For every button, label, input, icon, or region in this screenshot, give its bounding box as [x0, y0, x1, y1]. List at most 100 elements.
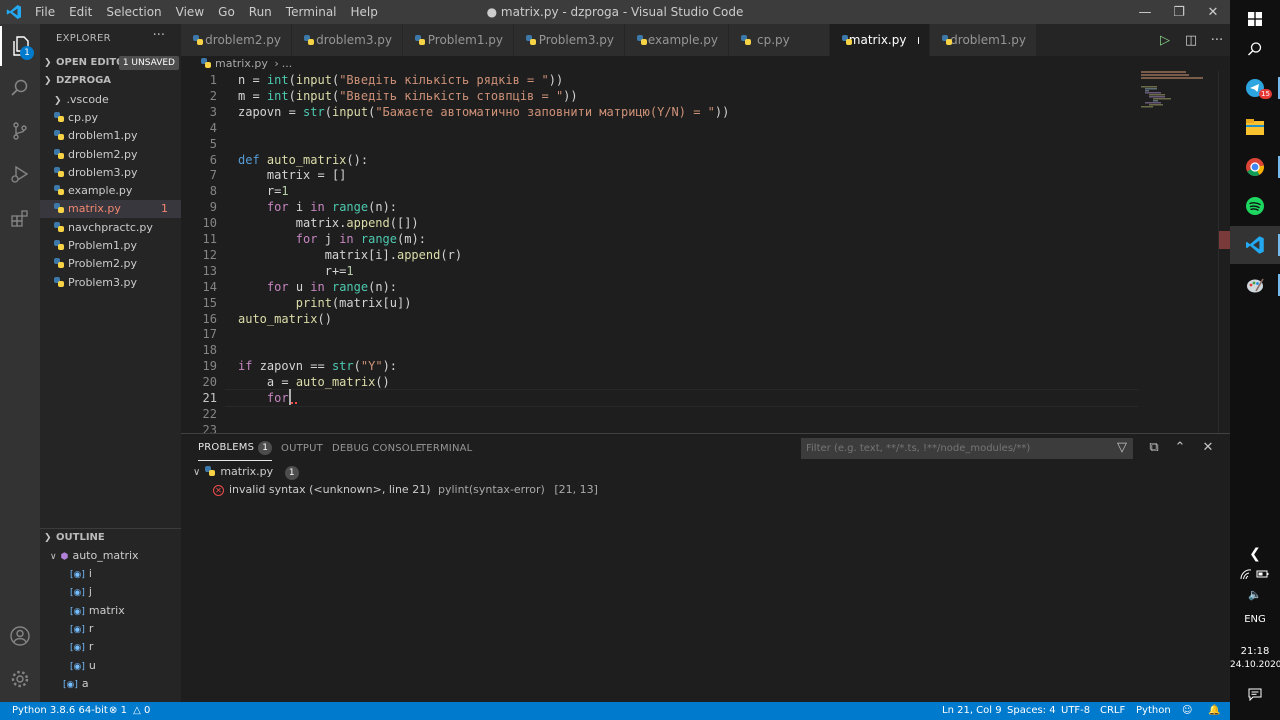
tab-droblem1[interactable]: droblem1.py: [930, 24, 1037, 56]
problems-filter-input[interactable]: [801, 438, 1133, 459]
code-line[interactable]: 9 for i in range(n):: [181, 199, 1141, 215]
code-line[interactable]: 8 r=1: [181, 183, 1141, 199]
notifications-icon[interactable]: 🔔: [1208, 702, 1220, 720]
code-line[interactable]: 6 def auto_matrix():: [181, 152, 1141, 168]
more-actions-icon[interactable]: ···: [153, 28, 165, 43]
language-mode[interactable]: Python: [1136, 702, 1171, 720]
search-icon[interactable]: [1230, 30, 1280, 68]
explorer-icon[interactable]: 1: [0, 26, 40, 66]
code-line[interactable]: 10 matrix.append([]): [181, 215, 1141, 231]
tree-file[interactable]: navchpractc.py: [40, 219, 181, 237]
panel-tab-output[interactable]: OUTPUT: [281, 443, 323, 454]
open-editors-section[interactable]: ❯ OPEN EDITORS 1 UNSAVED: [40, 53, 181, 73]
file-explorer-icon[interactable]: [1230, 108, 1280, 146]
vertical-scrollbar[interactable]: [1218, 71, 1230, 433]
tree-file[interactable]: droblem1.py: [40, 127, 181, 145]
chevron-left-icon[interactable]: ❮: [1230, 546, 1280, 562]
problem-item[interactable]: ✕ invalid syntax (<unknown>, line 21) pyl…: [181, 481, 1230, 499]
input-language[interactable]: ENG: [1230, 614, 1280, 625]
code-line[interactable]: 18: [181, 342, 1141, 358]
tab-example[interactable]: example.py: [625, 24, 729, 56]
feedback-icon[interactable]: ☺: [1182, 702, 1192, 720]
restore-icon[interactable]: ❐: [1162, 0, 1196, 24]
tree-file[interactable]: droblem3.py: [40, 164, 181, 182]
menu-terminal[interactable]: Terminal: [279, 0, 344, 24]
close-icon[interactable]: ✕: [1196, 0, 1230, 24]
run-debug-icon[interactable]: [0, 154, 40, 194]
chevron-up-icon[interactable]: ⌃: [1171, 440, 1189, 455]
cursor-position[interactable]: Ln 21, Col 9: [942, 702, 1002, 720]
telegram-icon[interactable]: 15: [1230, 69, 1280, 107]
code-line[interactable]: 3 zapovn = str(input("Бажаєте автоматично…: [181, 104, 1141, 120]
tab-problem1[interactable]: Problem1.py: [403, 24, 514, 56]
tab-problem3[interactable]: Problem3.py: [514, 24, 625, 56]
action-center-icon[interactable]: [1230, 688, 1280, 704]
code-line[interactable]: 7 matrix = []: [181, 167, 1141, 183]
panel-tab-terminal[interactable]: TERMINAL: [420, 443, 472, 454]
volume-icon[interactable]: 🔈: [1230, 588, 1280, 601]
accounts-icon[interactable]: [0, 616, 40, 656]
code-line[interactable]: 13 r+=1: [181, 263, 1141, 279]
indentation[interactable]: Spaces: 4: [1007, 702, 1056, 720]
code-line[interactable]: 4: [181, 120, 1141, 136]
run-file-icon[interactable]: ▷: [1152, 33, 1178, 48]
code-line[interactable]: 2 m = int(input("Введіть кількість стовпц…: [181, 88, 1141, 104]
collapse-all-icon[interactable]: ⧉: [1145, 440, 1163, 455]
end-of-line[interactable]: CRLF: [1100, 702, 1125, 720]
menu-view[interactable]: View: [169, 0, 211, 24]
outline-item-variable[interactable]: [◉] r: [40, 638, 181, 656]
code-line[interactable]: 23: [181, 422, 1141, 433]
vscode-taskbar-icon[interactable]: [1230, 226, 1280, 264]
code-line[interactable]: 15 print(matrix[u]): [181, 295, 1141, 311]
panel-tab-debug-console[interactable]: DEBUG CONSOLE: [332, 443, 422, 454]
spotify-icon[interactable]: [1230, 187, 1280, 225]
tab-droblem2[interactable]: droblem2.py: [181, 24, 292, 56]
gear-icon[interactable]: [0, 659, 40, 699]
encoding[interactable]: UTF-8: [1061, 702, 1090, 720]
problems-file-row[interactable]: ∨ matrix.py 1: [181, 463, 1230, 481]
extensions-icon[interactable]: [0, 198, 40, 238]
code-editor[interactable]: 1 n = int(input("Введіть кількість рядків…: [181, 71, 1230, 433]
outline-item-variable[interactable]: [◉] a: [40, 675, 181, 693]
tree-file[interactable]: Problem1.py: [40, 237, 181, 255]
chrome-icon[interactable]: [1230, 148, 1280, 186]
tree-folder-vscode[interactable]: ❯ .vscode: [40, 91, 181, 109]
network-battery-icons[interactable]: [1230, 568, 1280, 583]
code-line[interactable]: 20 a = auto_matrix(): [181, 374, 1141, 390]
tree-file-active[interactable]: matrix.py 1: [40, 200, 181, 218]
minimap[interactable]: [1141, 71, 1218, 433]
code-line[interactable]: 16 auto_matrix(): [181, 311, 1141, 327]
tab-cp[interactable]: cp.py: [729, 24, 830, 56]
code-line[interactable]: 22: [181, 406, 1141, 422]
outline-item-variable[interactable]: [◉] r: [40, 620, 181, 638]
outline-item-variable[interactable]: [◉] j: [40, 583, 181, 601]
code-line[interactable]: 12 matrix[i].append(r): [181, 247, 1141, 263]
folder-section[interactable]: ❯ DZPROGA: [40, 71, 181, 91]
outline-item-variable[interactable]: [◉] i: [40, 565, 181, 583]
split-editor-icon[interactable]: ◫: [1178, 33, 1204, 48]
code-line[interactable]: 1 n = int(input("Введіть кількість рядків…: [181, 72, 1141, 88]
outline-item-variable[interactable]: [◉] matrix: [40, 602, 181, 620]
code-line[interactable]: 21 for: [181, 390, 1141, 406]
clock-time[interactable]: 21:18: [1230, 646, 1280, 657]
code-line[interactable]: 19 if zapovn == str("Y"):: [181, 358, 1141, 374]
unsaved-dot-icon[interactable]: [918, 36, 919, 44]
outline-item-function[interactable]: ∨ ⬢ auto_matrix: [40, 547, 181, 565]
tree-file[interactable]: Problem3.py: [40, 274, 181, 292]
outline-section[interactable]: ❯ OUTLINE: [40, 528, 181, 548]
clock-date[interactable]: 24.10.2020: [1230, 660, 1280, 670]
more-actions-icon[interactable]: ···: [1204, 33, 1230, 48]
menu-go[interactable]: Go: [211, 0, 242, 24]
outline-item-variable[interactable]: [◉] u: [40, 657, 181, 675]
paint-icon[interactable]: [1230, 266, 1280, 304]
menu-file[interactable]: File: [28, 0, 62, 24]
menu-edit[interactable]: Edit: [62, 0, 99, 24]
source-control-icon[interactable]: [0, 111, 40, 151]
code-line[interactable]: 11 for j in range(m):: [181, 231, 1141, 247]
breadcrumb-file[interactable]: matrix.py: [215, 57, 268, 70]
breadcrumb-symbol[interactable]: ...: [282, 57, 293, 70]
filter-icon[interactable]: ▽: [1113, 440, 1131, 455]
menu-selection[interactable]: Selection: [99, 0, 168, 24]
tree-file[interactable]: Problem2.py: [40, 255, 181, 273]
tab-droblem3[interactable]: droblem3.py: [292, 24, 403, 56]
